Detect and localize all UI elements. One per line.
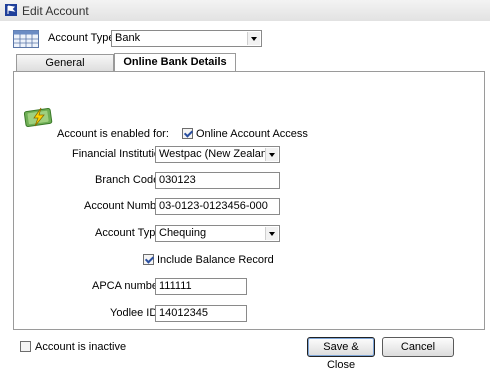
money-lightning-icon — [24, 107, 53, 127]
account-type-label-text: Account Type — [48, 32, 115, 44]
account-inactive-label[interactable]: Account is inactive — [35, 341, 126, 353]
online-access-checkbox[interactable] — [182, 128, 193, 139]
account-type-label: Account Type — [48, 32, 114, 44]
apca-number-input[interactable]: 111111 — [155, 278, 247, 295]
title-bar: Edit Account — [0, 0, 490, 22]
online-access-label[interactable]: Online Account Access — [196, 128, 308, 140]
account-number-value: 03-0123-0123456-000 — [159, 200, 268, 212]
institution-select[interactable]: Westpac (New Zealand) — [155, 146, 280, 163]
window-title: Edit Account — [22, 4, 89, 18]
tab-online-bank-details-label: Online Bank Details — [123, 56, 227, 68]
edit-account-window: Edit Account Account Type Bank General O… — [0, 0, 490, 384]
include-balance-checkbox[interactable] — [143, 254, 154, 265]
ledger-grid-icon — [13, 30, 39, 48]
yodlee-id-input[interactable]: 14012345 — [155, 305, 247, 322]
tab-general[interactable]: General — [16, 54, 114, 71]
institution-select-value: Westpac (New Zealand) — [159, 148, 277, 160]
tab-general-label: General — [45, 57, 85, 69]
yodlee-id-value: 14012345 — [159, 307, 208, 319]
tab-online-bank-details[interactable]: Online Bank Details — [114, 53, 236, 72]
save-close-button-label: Save & Close — [323, 341, 359, 371]
include-balance-label[interactable]: Include Balance Record — [157, 254, 274, 266]
save-close-button[interactable]: Save & Close — [307, 337, 375, 371]
account-type-select-value: Bank — [115, 32, 141, 44]
apca-number-value: 111111 — [159, 280, 192, 292]
account-number-input[interactable]: 03-0123-0123456-000 — [155, 198, 280, 215]
chevron-down-icon[interactable] — [247, 32, 260, 45]
online-account-type-select[interactable]: Chequing — [155, 225, 280, 242]
branch-code-value: 030123 — [159, 174, 196, 186]
branch-code-input[interactable]: 030123 — [155, 172, 280, 189]
account-type-select[interactable]: Bank — [111, 30, 262, 47]
branch-code-label: Branch Code: — [95, 174, 163, 186]
app-flag-icon — [5, 4, 17, 16]
apca-number-label: APCA number: — [92, 280, 165, 292]
chevron-down-icon[interactable] — [265, 227, 278, 240]
yodlee-id-label: Yodlee ID: — [110, 307, 161, 319]
account-inactive-checkbox[interactable] — [20, 341, 31, 352]
online-account-type-value: Chequing — [159, 227, 207, 239]
cancel-button[interactable]: Cancel — [382, 337, 454, 357]
chevron-down-icon[interactable] — [265, 148, 278, 161]
enabled-for-label: Account is enabled for: — [57, 128, 169, 140]
cancel-button-label: Cancel — [400, 341, 436, 353]
